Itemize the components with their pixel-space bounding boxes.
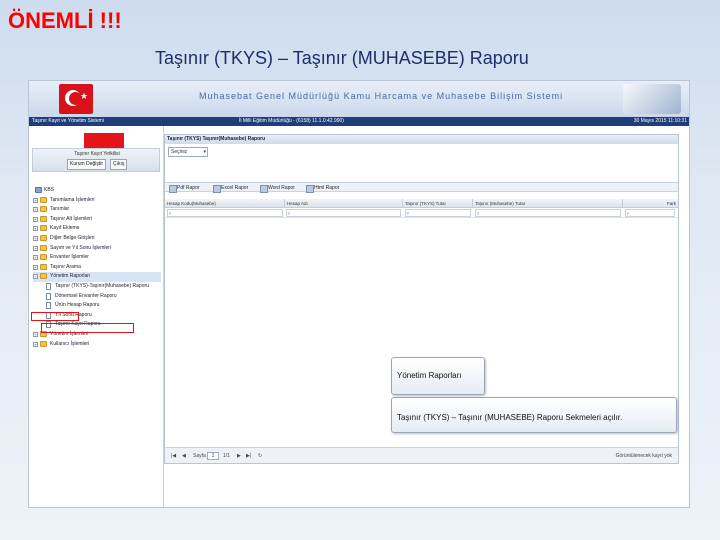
- left-panel: Taşınır Kayıt Yetkilisi Kurum Değiştir Ç…: [29, 126, 164, 507]
- tree-item[interactable]: KBS: [33, 186, 161, 196]
- filter-input[interactable]: ρ: [167, 209, 283, 217]
- tree-item[interactable]: + Taşınır Arama: [33, 263, 161, 273]
- export-toolbar: Pdf Rapor Excel Rapor Word Rapor Html Ra…: [165, 182, 678, 193]
- app-banner: ★ Muhasebat Genel Müdürlüğü Kamu Harcama…: [29, 81, 689, 117]
- folder-icon: [40, 244, 47, 251]
- table-header: Hesap Kodu(Muhasebe) Hesap Adı Taşınır (…: [165, 199, 678, 208]
- app-screenshot: ★ Muhasebat Genel Müdürlüğü Kamu Harcama…: [28, 80, 690, 508]
- folder-icon: [40, 254, 47, 261]
- exit-button[interactable]: Çıkış: [110, 159, 128, 170]
- user-panel: Taşınır Kayıt Yetkilisi Kurum Değiştir Ç…: [32, 148, 160, 172]
- pdf-report-button[interactable]: Pdf Rapor: [169, 184, 200, 193]
- word-report-button[interactable]: Word Rapor: [260, 184, 295, 193]
- prev-page-icon[interactable]: ◀: [182, 452, 186, 460]
- column-header[interactable]: Hesap Adı: [285, 199, 403, 208]
- tree-item[interactable]: + Sayım ve Yıl Sonu İşlemleri: [33, 244, 161, 254]
- highlight-marker: [84, 133, 124, 148]
- turkish-flag-icon: ★: [59, 84, 93, 114]
- highlight-tkys-report: [41, 323, 134, 333]
- filter-input[interactable]: ρ: [625, 209, 675, 217]
- column-header[interactable]: Hesap Kodu(Muhasebe): [165, 199, 285, 208]
- filter-input[interactable]: ρ: [475, 209, 621, 217]
- status-datetime: 30 Mayıs 2015 11:10:31: [633, 118, 687, 124]
- pager-summary: Görüntülenecek kayıt yok: [615, 453, 672, 459]
- filter-input[interactable]: ρ: [286, 209, 401, 217]
- column-header[interactable]: Taşınır (Muhasebe) Tutar: [473, 199, 623, 208]
- column-header[interactable]: Fark: [623, 199, 680, 208]
- html-report-button[interactable]: Html Rapor: [306, 184, 339, 193]
- folder-icon: [40, 340, 47, 347]
- tree-item[interactable]: + Kullanıcı İşlemleri: [33, 340, 161, 350]
- first-page-icon[interactable]: |◀: [171, 452, 176, 460]
- chevron-down-icon: ▾: [203, 149, 206, 155]
- folder-icon: [40, 234, 47, 241]
- tree-item[interactable]: + Envanter İşlemler: [33, 253, 161, 263]
- banner-title: Muhasebat Genel Müdürlüğü Kamu Harcama v…: [199, 91, 564, 101]
- pager: |◀ ◀ Sayfa 1 1/1 ▶ ▶| ↻ Görüntülenecek k…: [165, 447, 678, 463]
- next-page-icon[interactable]: ▶: [237, 452, 241, 460]
- status-bar: Taşınır Kayıt ve Yönetim Sistemi İl Mill…: [29, 117, 689, 126]
- report-title: Taşınır (TKYS) Taşınır(Muhasebe) Raporu: [165, 135, 678, 144]
- tree-item[interactable]: Dönemsel Envanter Raporu: [33, 292, 161, 302]
- last-page-icon[interactable]: ▶|: [246, 452, 251, 460]
- tree-item[interactable]: + Kayıt Ekleme: [33, 224, 161, 234]
- document-icon: [46, 302, 51, 310]
- folder-icon: [40, 215, 47, 222]
- page-label: Sayfa: [193, 453, 206, 459]
- change-institution-button[interactable]: Kurum Değiştir: [67, 159, 107, 170]
- document-icon: [46, 282, 51, 290]
- folder-icon: [40, 196, 47, 203]
- tree-item-management-reports[interactable]: − Yönetim Raporları: [33, 272, 161, 282]
- page-total: 1/1: [223, 453, 230, 459]
- excel-report-button[interactable]: Excel Rapor: [213, 184, 248, 193]
- slide-subtitle: Taşınır (TKYS) – Taşınır (MUHASEBE) Rapo…: [155, 48, 529, 68]
- filter-row: ρ ρ ρ ρ ρ: [165, 208, 678, 218]
- refresh-icon[interactable]: ↻: [258, 452, 262, 460]
- callout-report-tabs: Taşınır (TKYS) – Taşınır (MUHASEBE) Rapo…: [391, 397, 677, 433]
- root-icon: [35, 187, 42, 193]
- tree-item[interactable]: Ürün Hesap Raporu: [33, 301, 161, 311]
- tree-item[interactable]: + Diğer Belge Girişleri: [33, 234, 161, 244]
- filter-input[interactable]: ρ: [405, 209, 471, 217]
- tree-item[interactable]: + Taşınır Alt İşlemleri: [33, 215, 161, 225]
- folder-open-icon: [40, 273, 47, 280]
- tree-item[interactable]: + Tanımlar: [33, 205, 161, 215]
- report-panel: Taşınır (TKYS) Taşınır(Muhasebe) Raporu …: [164, 126, 689, 507]
- callout-management-reports: Yönetim Raporları: [391, 357, 485, 395]
- banner-decoration: [623, 84, 681, 114]
- folder-icon: [40, 206, 47, 213]
- column-header[interactable]: Taşınır (TKYS) Tutar: [403, 199, 473, 208]
- folder-icon: [40, 225, 47, 232]
- user-role-label: Taşınır Kayıt Yetkilisi: [74, 151, 120, 157]
- slide-title: ÖNEMLİ !!!: [8, 8, 122, 33]
- tree-item[interactable]: + Tanımlama İşlemleri: [33, 196, 161, 206]
- page-input[interactable]: 1: [207, 452, 219, 460]
- status-app-name: Taşınır Kayıt ve Yönetim Sistemi: [32, 118, 104, 124]
- period-select[interactable]: Seçiniz ▾: [168, 147, 208, 157]
- status-institution: İl Milli Eğitim Müdürlüğü - (6158) 11.1.…: [239, 118, 344, 124]
- folder-icon: [40, 263, 47, 270]
- highlight-management-reports: [31, 312, 79, 321]
- document-icon: [46, 292, 51, 300]
- tree-item-tkys-report[interactable]: Taşınır (TKYS)-Taşınır(Muhasebe) Raporu: [33, 282, 161, 292]
